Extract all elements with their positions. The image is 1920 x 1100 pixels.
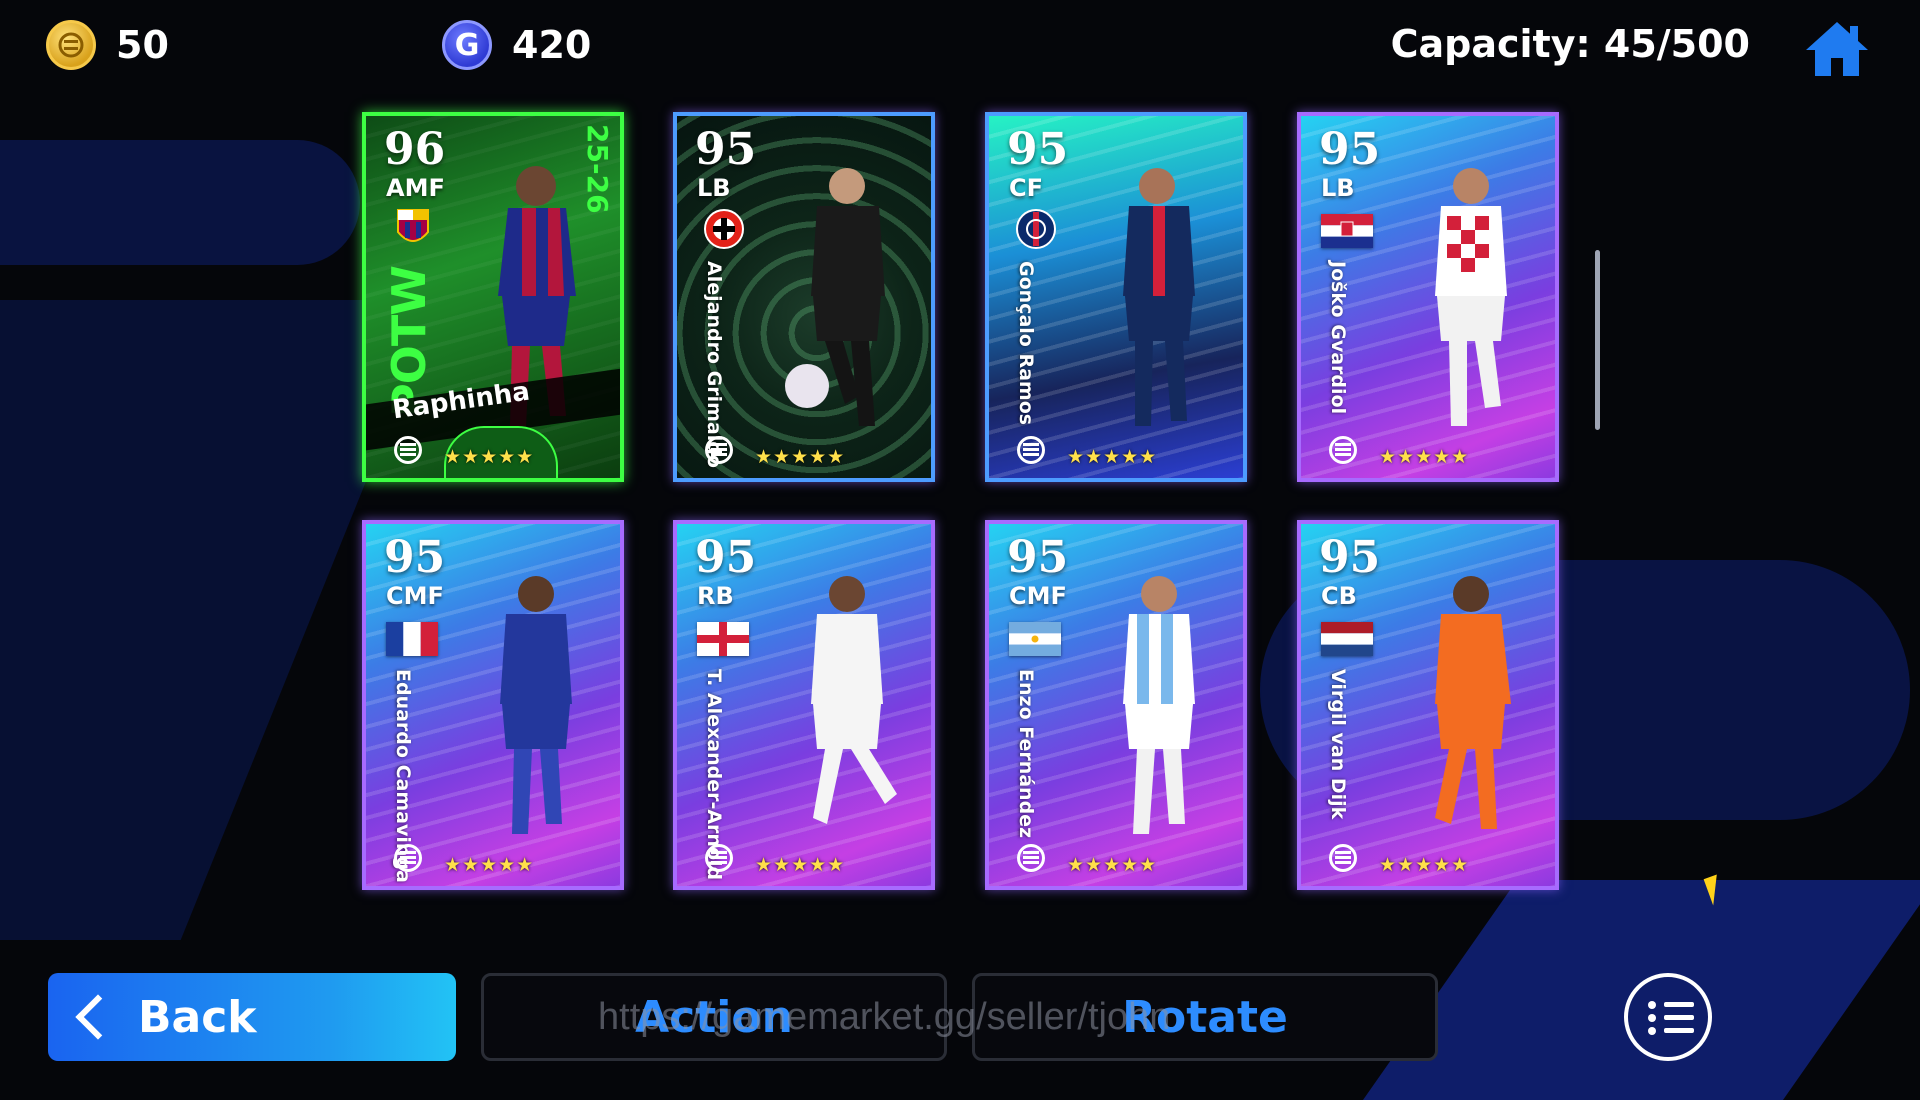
coins-counter: 50 [46, 20, 169, 70]
efootball-logo-icon [1017, 436, 1045, 464]
menu-dot [1648, 1014, 1656, 1022]
player-card[interactable]: 95 CF Gonçalo Ramos ★★★★★ [985, 112, 1247, 482]
card-position: LB [1321, 174, 1355, 202]
rotate-label: Rotate [1122, 991, 1288, 1043]
top-bar: 50 G 420 Capacity: 45/500 [0, 0, 1920, 90]
efootball-coin-glyph [58, 32, 84, 58]
card-rating: 95 [384, 532, 446, 583]
action-button[interactable]: Action [481, 973, 947, 1061]
player-image [811, 576, 897, 824]
back-label: Back [138, 991, 257, 1043]
card-player-name: Virgil van Dijk [1327, 669, 1349, 820]
player-card[interactable]: POTW 25-26 96 AMF Raphinha ★★★★★ [362, 112, 624, 482]
player-card[interactable]: 95 LB Alejandro Grimaldo ★★★★★ [673, 112, 935, 482]
bayer-leverkusen-crest-icon [704, 209, 744, 249]
action-label: Action [635, 991, 793, 1043]
gp-counter: G 420 [442, 20, 591, 70]
card-position: CB [1321, 582, 1357, 610]
player-image [1123, 168, 1195, 426]
home-icon[interactable] [1802, 14, 1872, 84]
menu-line [1664, 1015, 1694, 1020]
efootball-logo-icon [1329, 844, 1357, 872]
efootball-logo-icon [394, 436, 422, 464]
efootball-logo-icon [1017, 844, 1045, 872]
card-stars: ★★★★★ [444, 446, 535, 468]
england-flag-icon [697, 622, 749, 656]
efootball-logo-icon [394, 844, 422, 872]
card-rating: 95 [1007, 124, 1069, 175]
card-position: RB [697, 582, 734, 610]
player-card[interactable]: 95 CMF Eduardo Camavinga ★★★★★ [362, 520, 624, 890]
card-stars: ★★★★★ [1379, 854, 1470, 876]
menu-dot [1648, 1001, 1656, 1009]
player-card[interactable]: 95 CMF Enzo Fernández ★★★★★ [985, 520, 1247, 890]
france-flag-icon [386, 622, 438, 656]
card-stars: ★★★★★ [1067, 446, 1158, 468]
player-image [500, 576, 572, 834]
card-position: LB [697, 174, 731, 202]
player-image [1123, 576, 1195, 834]
chevron-left-icon [75, 994, 121, 1040]
season-label: 25-26 [581, 124, 614, 214]
menu-line [1664, 1002, 1694, 1007]
player-card[interactable]: 95 RB T. Alexander-Arnold ★★★★★ [673, 520, 935, 890]
gp-coin-icon: G [442, 20, 492, 70]
card-rating: 95 [1319, 124, 1381, 175]
netherlands-flag-icon [1321, 622, 1373, 656]
rotate-button[interactable]: Rotate [972, 973, 1438, 1061]
card-player-name: Joško Gvardiol [1327, 261, 1349, 415]
player-image [785, 168, 885, 426]
gp-value: 420 [512, 23, 592, 67]
card-stars: ★★★★★ [1379, 446, 1470, 468]
player-image [1435, 168, 1507, 426]
efootball-logo-icon [1329, 436, 1357, 464]
card-rating: 96 [384, 124, 446, 175]
efootball-coin-icon [46, 20, 96, 70]
psg-crest-icon [1016, 209, 1056, 249]
card-stars: ★★★★★ [1067, 854, 1158, 876]
card-player-name: Enzo Fernández [1015, 669, 1037, 839]
card-stars: ★★★★★ [755, 446, 846, 468]
card-rating: 95 [695, 532, 757, 583]
capacity-label: Capacity: 45/500 [1390, 22, 1750, 66]
croatia-flag-icon [1321, 214, 1373, 248]
fc-barcelona-crest-icon [397, 209, 429, 242]
card-rating: 95 [1007, 532, 1069, 583]
player-image [1435, 576, 1511, 829]
coins-value: 50 [116, 23, 169, 67]
scrollbar[interactable] [1595, 250, 1600, 430]
bg-stripe [0, 140, 360, 265]
card-position: AMF [386, 174, 445, 202]
card-player-name: Gonçalo Ramos [1015, 261, 1037, 426]
menu-line [1664, 1028, 1694, 1033]
argentina-flag-icon [1009, 622, 1061, 656]
card-stars: ★★★★★ [755, 854, 846, 876]
card-position: CF [1009, 174, 1044, 202]
efootball-logo-icon [705, 436, 733, 464]
card-position: CMF [1009, 582, 1067, 610]
list-menu-icon[interactable] [1624, 973, 1712, 1061]
card-rating: 95 [695, 124, 757, 175]
efootball-logo-icon [705, 844, 733, 872]
back-button[interactable]: Back [48, 973, 456, 1061]
card-position: CMF [386, 582, 444, 610]
menu-dot [1648, 1027, 1656, 1035]
card-rating: 95 [1319, 532, 1381, 583]
player-card[interactable]: 95 CB Virgil van Dijk ★★★★★ [1297, 520, 1559, 890]
card-stars: ★★★★★ [444, 854, 535, 876]
player-card[interactable]: 95 LB Joško Gvardiol ★★★★★ [1297, 112, 1559, 482]
